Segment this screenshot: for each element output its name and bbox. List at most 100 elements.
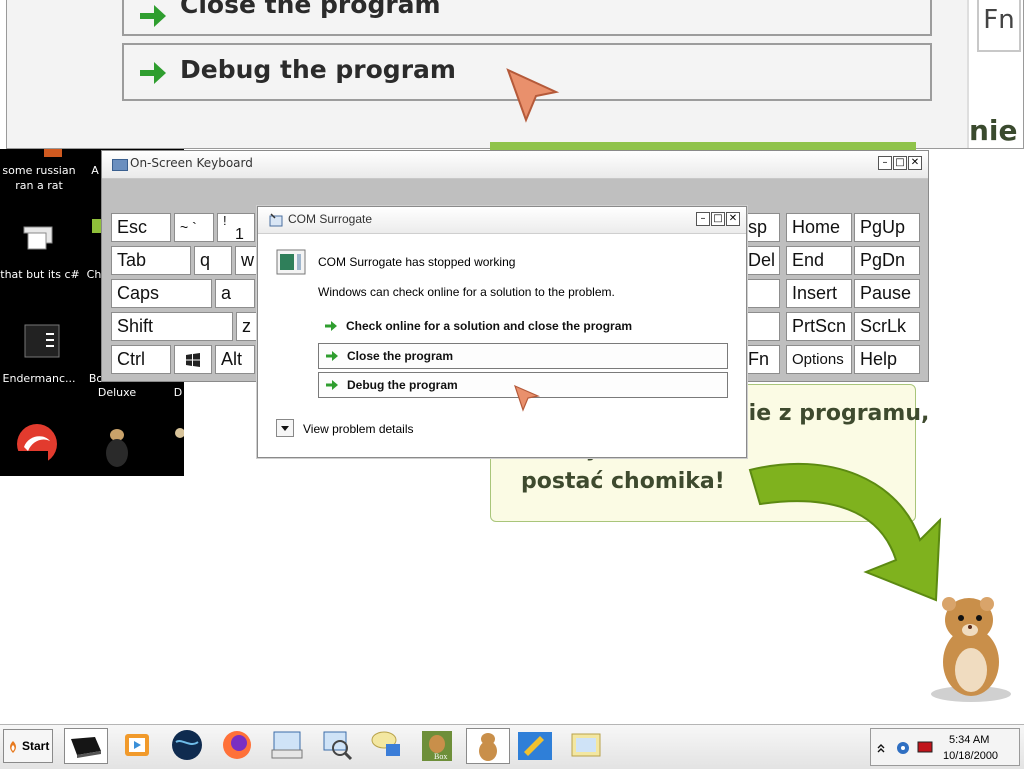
hamster-character-icon[interactable] xyxy=(925,590,1015,705)
error-dialog[interactable]: COM Surrogate – □ ✕ COM Surrogate has st… xyxy=(257,206,747,458)
key-z[interactable]: z xyxy=(236,312,258,341)
desktop-icon-label[interactable]: that but its c# xyxy=(0,267,80,282)
desktop-icon-label[interactable]: Deluxe xyxy=(92,385,142,400)
green-arrow-icon xyxy=(325,321,337,331)
close-button[interactable]: ✕ xyxy=(726,212,740,226)
start-button[interactable]: Start xyxy=(3,729,53,763)
key-esc[interactable]: Esc xyxy=(111,213,171,242)
zoomed-keyboard-edge: Fn nie xyxy=(967,0,1023,148)
paint-icon xyxy=(518,732,552,760)
magnifier-icon xyxy=(323,731,353,761)
zoomed-option-close-label: Close the program xyxy=(180,0,441,19)
key-del[interactable]: Del xyxy=(742,246,780,275)
key-ctrl[interactable]: Ctrl xyxy=(111,345,171,374)
chevron-down-icon xyxy=(281,426,289,431)
key-windows[interactable] xyxy=(174,345,212,374)
debug-program-label: Debug the program xyxy=(347,378,458,392)
check-online-option[interactable]: Check online for a solution and close th… xyxy=(318,314,728,340)
key-home[interactable]: Home xyxy=(786,213,852,242)
maximize-button[interactable]: □ xyxy=(711,212,725,226)
key-alt[interactable]: Alt xyxy=(215,345,255,374)
red-app-icon[interactable] xyxy=(14,421,60,467)
terminal-icon[interactable] xyxy=(22,321,62,361)
key-tab[interactable]: Tab xyxy=(111,246,191,275)
taskbar: Start Box 5:34 AM 10/18/2000 xyxy=(0,724,1024,769)
dialog-titlebar[interactable]: COM Surrogate – □ ✕ xyxy=(258,207,746,234)
key-insert[interactable]: Insert xyxy=(786,279,852,308)
chevron-up-icon[interactable] xyxy=(877,743,885,753)
minimize-button[interactable]: – xyxy=(696,212,710,226)
close-program-option[interactable]: Close the program xyxy=(318,343,728,369)
zoomed-tutorial-text: nie xyxy=(969,114,1018,147)
view-details-link[interactable]: View problem details xyxy=(303,422,414,436)
taskbar-magnifier[interactable] xyxy=(316,728,360,764)
start-flame-icon xyxy=(10,741,16,753)
clock-time[interactable]: 5:34 AM xyxy=(949,734,989,746)
key-end[interactable]: End xyxy=(786,246,852,275)
key-shift[interactable]: Shift xyxy=(111,312,233,341)
key-blank-2[interactable] xyxy=(742,312,780,341)
taskbar-firefox[interactable] xyxy=(216,728,260,764)
hamster-icon[interactable] xyxy=(102,425,132,467)
desktop-icon-label[interactable]: D xyxy=(172,385,184,400)
box-label: Box xyxy=(434,752,448,761)
key-options[interactable]: Options xyxy=(786,345,852,374)
desktop-icon-label[interactable]: Ch xyxy=(86,267,102,282)
key-q[interactable]: q xyxy=(194,246,232,275)
key-caps[interactable]: Caps xyxy=(111,279,212,308)
check-online-label: Check online for a solution and close th… xyxy=(346,319,633,333)
minimize-button[interactable]: – xyxy=(878,156,892,170)
key-pgup[interactable]: PgUp xyxy=(854,213,920,242)
taskbar-hamster[interactable] xyxy=(466,728,510,764)
zoomed-fn-key: Fn xyxy=(977,0,1021,52)
hamster-icon xyxy=(479,733,497,761)
close-button[interactable]: ✕ xyxy=(908,156,922,170)
maximize-button[interactable]: □ xyxy=(893,156,907,170)
terminal-icon xyxy=(71,737,101,758)
key-scrlk[interactable]: ScrLk xyxy=(854,312,920,341)
expand-details-button[interactable] xyxy=(276,419,294,437)
desktop-icon-label[interactable]: Endermanc... xyxy=(0,371,78,386)
taskbar-keyboard[interactable] xyxy=(266,728,310,764)
key-a[interactable]: a xyxy=(215,279,255,308)
key-backspace[interactable]: sp xyxy=(742,213,780,242)
key-fn[interactable]: Fn xyxy=(742,345,780,374)
key-tilde[interactable]: ~ ` xyxy=(174,213,214,242)
tutorial-line-1: nie z programu, xyxy=(733,401,930,426)
clock-date[interactable]: 10/18/2000 xyxy=(943,750,998,762)
taskbar-terminal[interactable] xyxy=(64,728,108,764)
desktop-icon-label[interactable]: some russian ran a rat xyxy=(0,163,78,193)
dialog-message: Windows can check online for a solution … xyxy=(318,285,615,299)
zoomed-option-close: Close the program xyxy=(122,0,932,36)
dialog-window-controls: – □ ✕ xyxy=(696,212,740,226)
zoomed-option-debug-label: Debug the program xyxy=(180,55,456,84)
key-prtscn[interactable]: PrtScn xyxy=(786,312,852,341)
desktop-icon-label[interactable]: A xyxy=(88,163,102,178)
key-pgdn[interactable]: PgDn xyxy=(854,246,920,275)
osk-titlebar[interactable]: On-Screen Keyboard – □ ✕ xyxy=(102,151,928,179)
osk-title: On-Screen Keyboard xyxy=(130,156,253,170)
windows-logo-icon xyxy=(186,353,200,367)
network-tray-icon[interactable] xyxy=(895,740,911,756)
hamster-icon[interactable] xyxy=(172,427,184,443)
taskbar-paint[interactable] xyxy=(514,728,558,764)
taskbar-control-panel[interactable] xyxy=(566,728,610,764)
key-1[interactable]: ! 1 xyxy=(217,213,255,243)
close-program-label: Close the program xyxy=(347,349,454,363)
battery-tray-icon[interactable] xyxy=(917,741,933,753)
key-w[interactable]: w xyxy=(235,246,259,275)
firefox-icon xyxy=(223,731,251,759)
system-tray: 5:34 AM 10/18/2000 xyxy=(870,728,1020,766)
taskbar-media-player[interactable] xyxy=(116,728,160,764)
key-pause[interactable]: Pause xyxy=(854,279,920,308)
taskbar-hamster-box[interactable]: Box xyxy=(416,728,460,764)
program-icon xyxy=(276,249,306,275)
key-help[interactable]: Help xyxy=(854,345,920,374)
taskbar-network[interactable] xyxy=(366,728,410,764)
shortcut-icon[interactable] xyxy=(18,219,58,259)
green-arrow-icon xyxy=(140,62,166,84)
osk-window-controls: – □ ✕ xyxy=(878,156,922,170)
taskbar-globe[interactable] xyxy=(166,728,210,764)
media-player-icon xyxy=(125,734,149,756)
key-blank-1[interactable] xyxy=(742,279,780,308)
